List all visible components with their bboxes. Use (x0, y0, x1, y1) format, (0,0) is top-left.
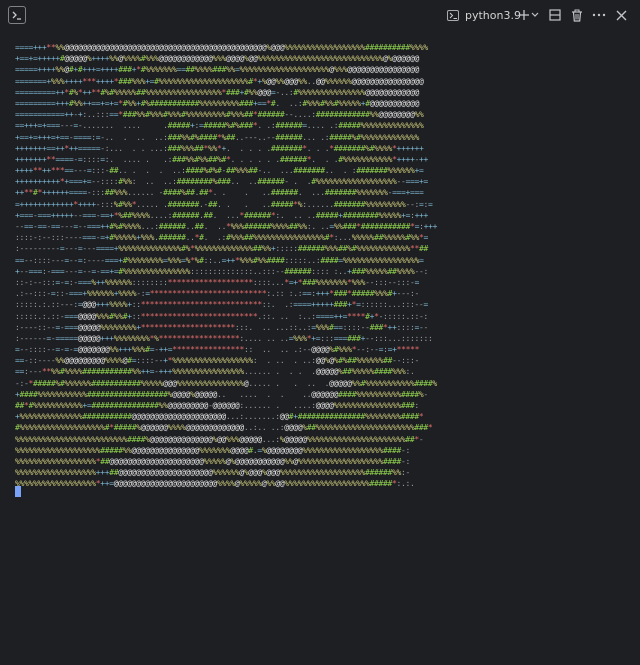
terminal-line: :------=-=====@@@@@+++%%%%%%%%*%********… (15, 333, 433, 343)
terminal-line: +++++++**====-=::::=:. .... . .:###%%#%%… (15, 154, 429, 164)
chevron-down-icon[interactable] (529, 5, 541, 25)
terminal-line: ++++**++***==---=:::-##.. . . . ..:####%… (15, 166, 424, 176)
terminal-line: #%%%%%%%%%%%%%%%%%%%#*#####%@@@@@@%%%%@@… (15, 423, 433, 433)
terminal-line: ::::-:--:::----===-=+#%%%%%+%%%.######..… (15, 233, 429, 243)
terminal-toolbar: python3.9 (0, 0, 640, 30)
terminal-line: %%%%%%%%%%%%%%%%%%%#####%%@@@@@@@@@@@@@@… (15, 445, 410, 455)
terminal-line: %%%%%%%%%%%%%%%%%%*##@@@@@@@@@@@@@@@@@@@… (15, 456, 410, 466)
more-icon[interactable] (589, 5, 609, 25)
terminal-line: +%%%%%%%%%%%%%%###########@@@@@@@@@@@@@@… (15, 412, 424, 422)
terminal-line: %%%%%%%%%%%%%%%%%%+++##@@@@@@@@@@@@@@@@@… (15, 468, 410, 478)
terminal-line: =========+++#%%++==+=+=*#%%+#%##########… (15, 98, 420, 108)
terminal-line: ++**#*++++++====-:::##%%%...... -####%##… (15, 188, 424, 198)
split-icon[interactable] (545, 5, 565, 25)
trash-icon[interactable] (567, 5, 587, 25)
terminal-line: ==:---**%%#%%%%###########%%++=-+++%%%%%… (15, 367, 415, 377)
terminal-line: ##*#%%%%%%%%%%%+=###############%%@@@@@@… (15, 401, 419, 410)
terminal-line: =--::::--=-=-=@@@@@@@%%+++%%%#=-++=*****… (15, 345, 420, 355)
terminal-line: ==-::----%%@@@@@@@@@%%%%@#=::::--+*%%%%%… (15, 356, 420, 366)
terminal-line: ====+++**%%@@@@@@@@@@@@@@@@@@@@@@@@@@@@@… (15, 43, 428, 52)
terminal-line: %%%%%%%%%%%%%%%%%%*++=@@@@@@@@@@@@@@@@@@… (15, 479, 415, 489)
close-icon[interactable] (611, 5, 631, 25)
terminal-line: +==+=+++++#@@@@@%++++%%@%%%%#%%%@@@@@@@@… (15, 54, 419, 64)
terminal-line: +--===:-===---=--=-==+=#%%%%%%%%%%%%%%%:… (15, 266, 428, 276)
terminal-cursor[interactable] (15, 486, 21, 497)
terminal-line: :::::.:.::-===@@@@%%%#%%#+::************… (15, 311, 428, 321)
terminal-line: +####%%%%%%%%%%%##################%@@@@%… (15, 389, 428, 399)
terminal-line: --==-==-==---=--===++#%#%%%%...:######..… (15, 222, 438, 231)
terminal-line: =======+%%%++++***++++*###%%%+=#%%%%%%%%… (15, 76, 424, 86)
terminal-line: :::::.:.::---:=@@@+++%%%%+::************… (15, 300, 428, 310)
terminal-line: =++++++++++++*++++-:::%#%%*..... .######… (15, 199, 433, 209)
terminal-line: %%%%%%%%%%%%%%%%%%%%%%%%%####%@@@@@@@@@@… (15, 434, 424, 444)
terminal-icon (447, 9, 459, 21)
terminal-line: ===========++-+:..:::==*###%%#%%%#%%%#%%… (15, 110, 424, 120)
ascii-art-output: ====+++**%%@@@@@@@@@@@@@@@@@@@@@@@@@@@@@… (15, 42, 437, 490)
tab-label: python3.9 (465, 8, 521, 22)
terminal-line: ::-:--:::=-=:-===%++%%%%%%::::::::******… (15, 277, 419, 287)
terminal-line: ==--::::---=--=:----===+#%%%%%%%%=%%%=%*… (15, 255, 424, 265)
tab-python[interactable]: python3.9 (447, 6, 521, 24)
terminal-line: ++++++++++*+===+=--::::#%%: .. ..:######… (15, 177, 428, 187)
terminal-line: +++++++==++*++=====-:... . . ...:###%%%#… (15, 143, 424, 153)
terminal-line: =====++++%%@#+#+++=++++###+*#%%%%%%%==##… (15, 65, 420, 75)
terminal-icon[interactable] (8, 6, 26, 24)
terminal-line: :---------=---=---====+%%%%%%%%%%%%%%#%*… (15, 244, 428, 254)
terminal-line: -:-*#####%#%%%%%%###########%%%%%@@@%%%%… (15, 378, 437, 388)
terminal-line: :----::--=-===@@@@@%%%%%%%%+************… (15, 322, 428, 332)
terminal-line: +==+=+++=+==-====:=-.. . .. ..:###%%#%##… (15, 132, 419, 142)
terminal-line: .:--:::-=::-===+%%%%%%+%%%%-:=**********… (15, 289, 420, 299)
terminal-line: ==+++=+===---=-....... .... .#####+:=###… (15, 121, 424, 131)
terminal-line: =========++*#%*++**#%#%%%%%##%%%%%%%%%%%… (15, 87, 420, 97)
terminal-line: +===-===+++++--===-==+*%##%%%%....:#####… (15, 210, 429, 220)
